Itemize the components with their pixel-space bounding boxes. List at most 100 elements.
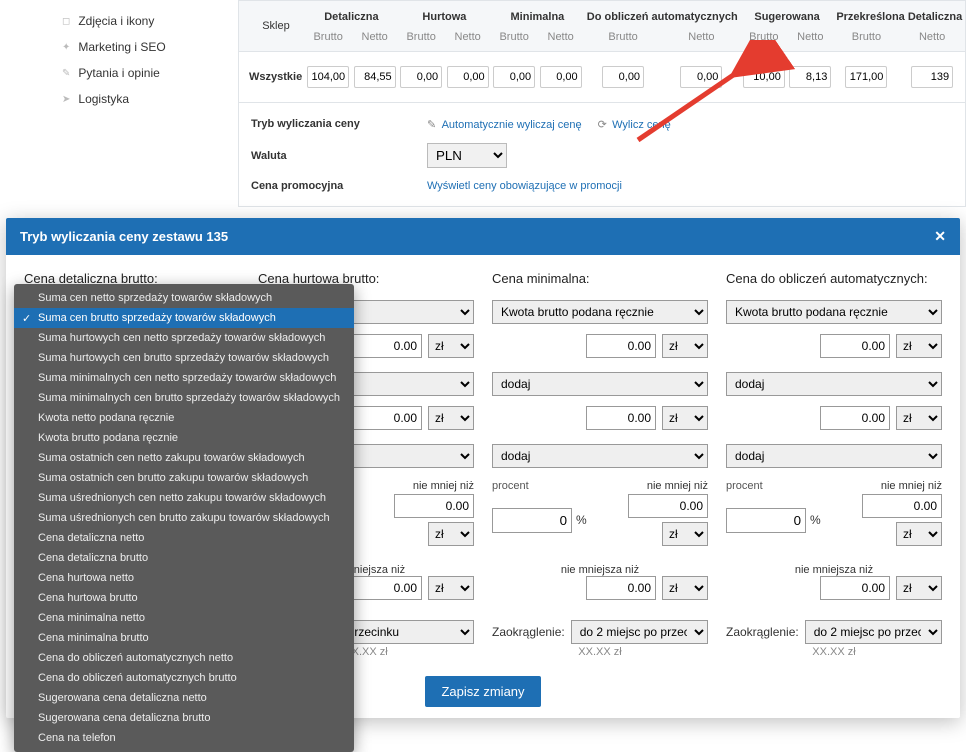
promo-label: Cena promocyjna — [251, 180, 411, 192]
dropdown-option[interactable]: Suma hurtowych cen brutto sprzedaży towa… — [14, 348, 354, 368]
min-amount-input[interactable] — [394, 494, 474, 518]
dropdown-option[interactable]: Cena minimalna brutto — [14, 628, 354, 648]
close-icon[interactable]: ✕ — [934, 228, 946, 245]
table-row: Wszystkie — [239, 52, 965, 103]
format-hint: XX.XX zł — [492, 646, 708, 658]
price-cell-input[interactable] — [789, 66, 831, 88]
rounding-select[interactable]: do 2 miejsc po przecinku — [571, 620, 708, 644]
min-total-input[interactable] — [352, 576, 422, 600]
pencil-icon: ✎ — [427, 119, 436, 131]
unit-select[interactable]: zł — [662, 334, 708, 358]
sub-brutto: Brutto — [834, 27, 900, 52]
unit-select[interactable]: zł — [896, 576, 942, 600]
rounding-select[interactable]: do 2 miejsc po przecinku — [805, 620, 942, 644]
operation-select[interactable]: dodaj — [492, 372, 708, 396]
price-cell-input[interactable] — [845, 66, 887, 88]
price-table: Sklep Detaliczna Hurtowa Minimalna Do ob… — [239, 1, 965, 102]
dropdown-option[interactable]: Suma hurtowych cen netto sprzedaży towar… — [14, 328, 354, 348]
auto-calc-link[interactable]: Automatycznie wyliczaj cenę — [442, 119, 582, 131]
unit-select[interactable]: zł — [428, 522, 474, 546]
currency-select[interactable]: PLN — [427, 143, 507, 168]
price-cell-input[interactable] — [307, 66, 349, 88]
save-button[interactable]: Zapisz zmiany — [425, 676, 540, 707]
not-less-label: nie mniej niż — [881, 480, 942, 492]
unit-select[interactable]: zł — [662, 522, 708, 546]
unit-select[interactable]: zł — [428, 406, 474, 430]
sub-brutto: Brutto — [398, 27, 445, 52]
dropdown-option[interactable]: Cena do obliczeń automatycznych netto — [14, 648, 354, 668]
min-total-input[interactable] — [820, 576, 890, 600]
price-cell-input[interactable] — [743, 66, 785, 88]
min-amount-input[interactable] — [628, 494, 708, 518]
sub-netto: Netto — [537, 27, 584, 52]
price-base-dropdown[interactable]: Suma cen netto sprzedaży towarów składow… — [14, 284, 354, 752]
dropdown-option[interactable]: Cena hurtowa netto — [14, 568, 354, 588]
amount-input[interactable] — [352, 334, 422, 358]
dropdown-option[interactable]: Suma cen brutto sprzedaży towarów składo… — [14, 308, 354, 328]
sidebar-item-images[interactable]: ◻Zdjęcia i ikony — [40, 8, 230, 34]
price-cell-input[interactable] — [493, 66, 535, 88]
sidebar-item-questions[interactable]: ✎Pytania i opinie — [40, 60, 230, 86]
percent-input[interactable] — [492, 508, 572, 533]
dropdown-option[interactable]: Sugerowana cena detaliczna brutto — [14, 708, 354, 728]
unit-select[interactable]: zł — [896, 522, 942, 546]
dropdown-option[interactable]: Suma ostatnich cen netto zakupu towarów … — [14, 448, 354, 468]
dropdown-option[interactable]: Cena hurtowa brutto — [14, 588, 354, 608]
dropdown-option[interactable]: Sugerowana cena detaliczna netto — [14, 688, 354, 708]
col-auto-calc: Cena do obliczeń automatycznych: Kwota b… — [726, 271, 942, 658]
operation-select[interactable]: dodaj — [726, 372, 942, 396]
price-cell-input[interactable] — [354, 66, 396, 88]
dropdown-option[interactable]: Cena detaliczna brutto — [14, 548, 354, 568]
dropdown-option[interactable]: Cena detaliczna netto — [14, 528, 354, 548]
sub-brutto: Brutto — [741, 27, 788, 52]
unit-select[interactable]: zł — [428, 576, 474, 600]
price-cell-input[interactable] — [680, 66, 722, 88]
amount-input[interactable] — [586, 406, 656, 430]
format-hint: XX.XX zł — [726, 646, 942, 658]
operation-select[interactable]: dodaj — [726, 444, 942, 468]
min-total-input[interactable] — [586, 576, 656, 600]
base-select[interactable]: Kwota brutto podana ręcznie — [492, 300, 708, 324]
amount-input[interactable] — [820, 334, 890, 358]
sidebar-item-label: Pytania i opinie — [78, 66, 159, 80]
unit-select[interactable]: zł — [662, 576, 708, 600]
base-select[interactable]: Kwota brutto podana ręcznie — [726, 300, 942, 324]
dropdown-option[interactable]: Suma uśrednionych cen netto zakupu towar… — [14, 488, 354, 508]
col-title: Cena minimalna: — [492, 271, 708, 286]
dropdown-option[interactable]: Cena na telefon — [14, 728, 354, 748]
price-cell-input[interactable] — [540, 66, 582, 88]
amount-input[interactable] — [352, 406, 422, 430]
price-cell-input[interactable] — [602, 66, 644, 88]
sidebar-item-logistics[interactable]: ➤Logistyka — [40, 86, 230, 112]
dropdown-option[interactable]: Suma ostatnich cen brutto zakupu towarów… — [14, 468, 354, 488]
bullet-icon: ✦ — [62, 42, 70, 53]
meta-row-mode: Tryb wyliczania ceny ✎ Automatycznie wyl… — [251, 111, 953, 137]
price-cell-input[interactable] — [400, 66, 442, 88]
dropdown-option[interactable]: Suma minimalnych cen brutto sprzedaży to… — [14, 388, 354, 408]
refresh-icon: ⟳ — [598, 119, 607, 131]
dropdown-option[interactable]: Kwota brutto podana ręcznie — [14, 428, 354, 448]
col-min: Minimalna — [491, 1, 584, 27]
promo-link[interactable]: Wyświetl ceny obowiązujące w promocji — [427, 180, 622, 192]
dropdown-option[interactable]: Cena minimalna netto — [14, 608, 354, 628]
price-cell-input[interactable] — [911, 66, 953, 88]
sidebar-item-label: Zdjęcia i ikony — [78, 14, 154, 28]
unit-select[interactable]: zł — [896, 406, 942, 430]
dropdown-option[interactable]: Suma cen netto sprzedaży towarów składow… — [14, 288, 354, 308]
calc-price-link[interactable]: Wylicz cenę — [612, 119, 671, 131]
sidebar-item-marketing[interactable]: ✦Marketing i SEO — [40, 34, 230, 60]
unit-select[interactable]: zł — [662, 406, 708, 430]
operation-select[interactable]: dodaj — [492, 444, 708, 468]
dropdown-option[interactable]: Cena do obliczeń automatycznych brutto — [14, 668, 354, 688]
amount-input[interactable] — [820, 406, 890, 430]
unit-select[interactable]: zł — [896, 334, 942, 358]
price-cell-input[interactable] — [447, 66, 489, 88]
percent-input[interactable] — [726, 508, 806, 533]
dropdown-option[interactable]: Suma uśrednionych cen brutto zakupu towa… — [14, 508, 354, 528]
min-amount-input[interactable] — [862, 494, 942, 518]
dropdown-option[interactable]: Kwota netto podana ręcznie — [14, 408, 354, 428]
amount-input[interactable] — [586, 334, 656, 358]
dropdown-option[interactable]: Suma minimalnych cen netto sprzedaży tow… — [14, 368, 354, 388]
unit-select[interactable]: zł — [428, 334, 474, 358]
meta-rows: Tryb wyliczania ceny ✎ Automatycznie wyl… — [239, 102, 965, 206]
